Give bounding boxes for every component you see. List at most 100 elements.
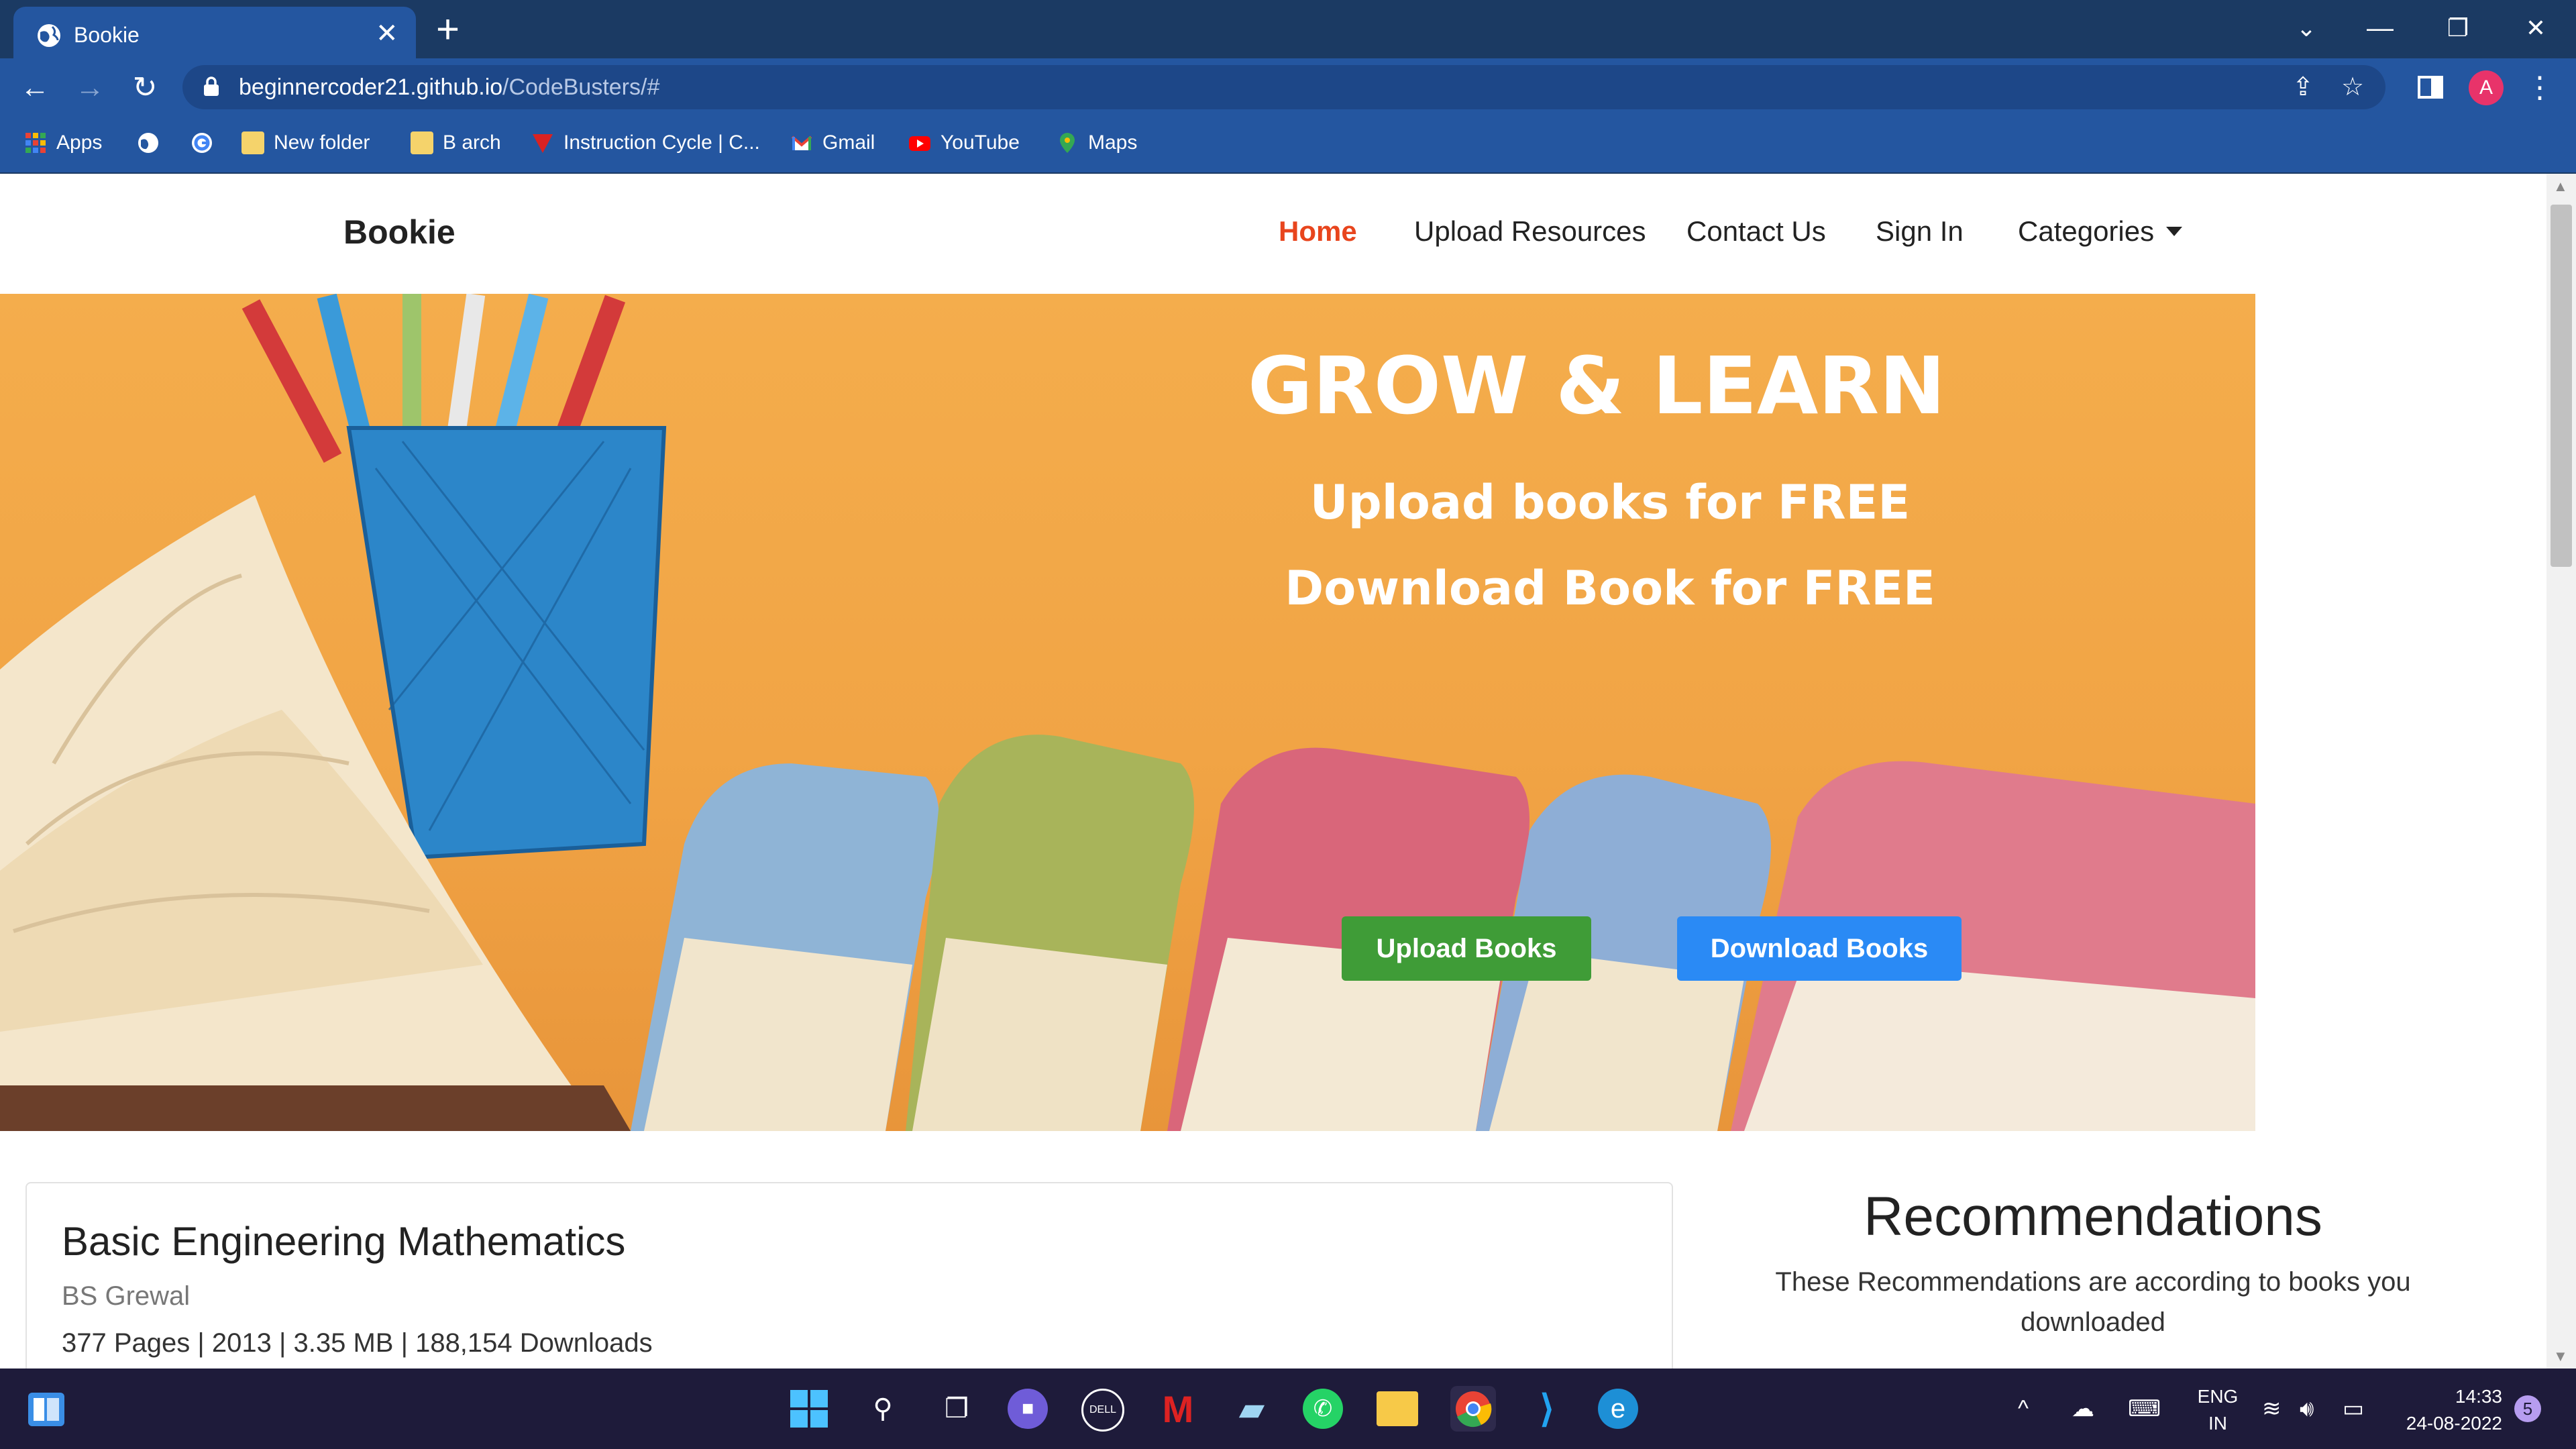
file-explorer-icon[interactable] [1377,1391,1418,1426]
tab-title: Bookie [74,23,140,47]
side-panel-icon[interactable] [2416,73,2445,101]
youtube-icon [909,136,930,151]
apps-grid-icon [25,133,46,153]
scroll-up-icon[interactable]: ▲ [2553,178,2568,195]
back-arrow-icon[interactable]: ← [15,68,55,108]
star-icon[interactable]: ☆ [2337,72,2368,103]
bookmark-label: New folder [274,131,370,154]
download-books-button[interactable]: Download Books [1677,916,1962,981]
windows-taskbar: ⚲ ❐ ■ DELL M ▰ ✆ ⟩ e ^ ☁ ⌨ ENG IN ≋ 🔊︎ ▭… [0,1368,2576,1449]
edge-icon[interactable]: e [1598,1389,1638,1429]
task-view-icon[interactable]: ❐ [934,1386,979,1432]
share-icon[interactable]: ⇪ [2288,72,2318,103]
hero-headline: GROW & LEARN [1248,339,1945,432]
folder-icon [241,131,264,154]
bookmark-google[interactable] [191,125,213,160]
bookmark-maps[interactable]: Maps [1056,125,1137,160]
book-title[interactable]: Basic Engineering Mathematics [62,1218,625,1265]
bookmark-label: Apps [56,131,103,154]
recommendations-heading: Recommendations [1864,1186,2322,1247]
clock[interactable]: 14:33 24-08-2022 [2388,1383,2502,1437]
mcafee-icon[interactable]: M [1155,1386,1201,1432]
teams-chat-icon[interactable]: ■ [1008,1389,1048,1429]
menu-kebab-icon[interactable]: ⋮ [2520,68,2560,108]
bookmark-new-folder[interactable]: New folder [241,125,370,160]
start-windows-icon[interactable] [786,1386,832,1432]
chrome-logo-icon [1456,1391,1492,1428]
web-page: Bookie Home Upload Resources Contact Us … [0,174,2546,1368]
bookmark-gmail[interactable]: Gmail [790,125,875,160]
vscode-icon[interactable]: ⟩ [1524,1386,1570,1432]
nav-sign-in[interactable]: Sign In [1876,215,1964,248]
nav-home[interactable]: Home [1279,215,1357,248]
hero-download-line: Download Book for FREE [1285,561,1935,616]
nav-upload-resources[interactable]: Upload Resources [1414,215,1646,248]
profile-avatar[interactable]: A [2469,70,2504,105]
address-bar[interactable]: beginnercoder21.github.io /CodeBusters/#… [182,65,2385,109]
chrome-icon[interactable] [1450,1386,1496,1432]
bookmark-site-icon [533,134,553,153]
bookmark-label: B arch [443,131,501,154]
whatsapp-icon[interactable]: ✆ [1303,1389,1343,1429]
globe-icon [38,24,60,47]
volume-icon[interactable]: 🔊︎ [2300,1391,2314,1426]
notification-badge[interactable]: 5 [2514,1395,2541,1422]
page-scrollbar[interactable]: ▲ ▼ [2546,174,2576,1368]
new-tab-button[interactable]: + [436,9,460,50]
bookmark-instruction-cycle[interactable]: Instruction Cycle | C... [531,125,760,160]
nav-categories-dropdown[interactable]: Categories [2018,215,2183,248]
google-icon [192,133,212,153]
language-indicator[interactable]: ENG IN [2191,1383,2245,1437]
bookmark-apps[interactable]: Apps [24,125,102,160]
close-window-button[interactable]: ✕ [2516,8,2556,48]
search-icon[interactable]: ⚲ [860,1386,906,1432]
nav-categories-label: Categories [2018,215,2155,247]
gmail-icon [791,136,812,150]
wifi-icon[interactable]: ≋ [2262,1391,2282,1426]
keyboard-icon[interactable]: ⌨ [2128,1391,2161,1426]
browser-tab[interactable]: Bookie ✕ [13,7,416,58]
dell-icon[interactable]: DELL [1081,1389,1124,1432]
hero-upload-line: Upload books for FREE [1309,475,1911,530]
forward-arrow-icon[interactable]: → [70,68,110,108]
bookmarks-bar: Apps New folder B arch Instruction Cycle… [0,117,2576,174]
browser-toolbar: ← → ↻ beginnercoder21.github.io /CodeBus… [0,58,2576,117]
tab-search-chevron-icon[interactable]: ⌄ [2286,8,2326,48]
browser-tab-strip: Bookie ✕ + ⌄ — ❐ ✕ [0,0,2576,58]
hero-banner: GROW & LEARN Upload books for FREE Downl… [0,294,2255,1131]
recommendations-subtitle: These Recommendations are according to b… [1775,1267,2411,1337]
url-path-text: /CodeBusters/# [502,74,660,100]
reload-icon[interactable]: ↻ [125,68,165,108]
upload-books-button[interactable]: Upload Books [1342,916,1591,981]
notepad-icon[interactable]: ▰ [1229,1386,1275,1432]
onedrive-cloud-icon[interactable]: ☁ [2072,1391,2094,1426]
bookmark-youtube[interactable]: YouTube [908,125,1020,160]
bookmark-b-arch[interactable]: B arch [411,125,501,160]
scroll-down-icon[interactable]: ▼ [2553,1348,2568,1365]
scrollbar-thumb[interactable] [2551,205,2572,567]
restore-button[interactable]: ❐ [2438,8,2478,48]
bookmark-label: Instruction Cycle | C... [564,131,760,154]
bookmark-label: YouTube [941,131,1020,154]
folder-icon [411,131,433,154]
battery-icon[interactable]: ▭ [2343,1391,2364,1426]
clock-date: 24-08-2022 [2406,1413,2502,1434]
bookmark-label: Gmail [822,131,875,154]
url-host-text: beginnercoder21.github.io [239,74,503,100]
caret-down-icon [2166,227,2183,236]
widgets-icon[interactable] [27,1391,66,1428]
book-card[interactable]: Basic Engineering Mathematics BS Grewal … [25,1182,1673,1368]
book-meta: 377 Pages | 2013 | 3.35 MB | 188,154 Dow… [62,1328,653,1358]
region-code: IN [2208,1413,2227,1434]
chevron-up-icon[interactable]: ^ [2018,1391,2029,1426]
bookmark-globe[interactable] [137,125,160,160]
globe-icon [138,133,158,153]
minimize-button[interactable]: — [2360,8,2400,48]
bookmark-label: Maps [1088,131,1138,154]
lock-icon [204,76,219,96]
clock-time: 14:33 [2455,1386,2502,1407]
site-brand[interactable]: Bookie [343,213,455,252]
tab-close-icon[interactable]: ✕ [376,19,398,48]
maps-icon [1060,133,1075,153]
nav-contact-us[interactable]: Contact Us [1686,215,1826,248]
